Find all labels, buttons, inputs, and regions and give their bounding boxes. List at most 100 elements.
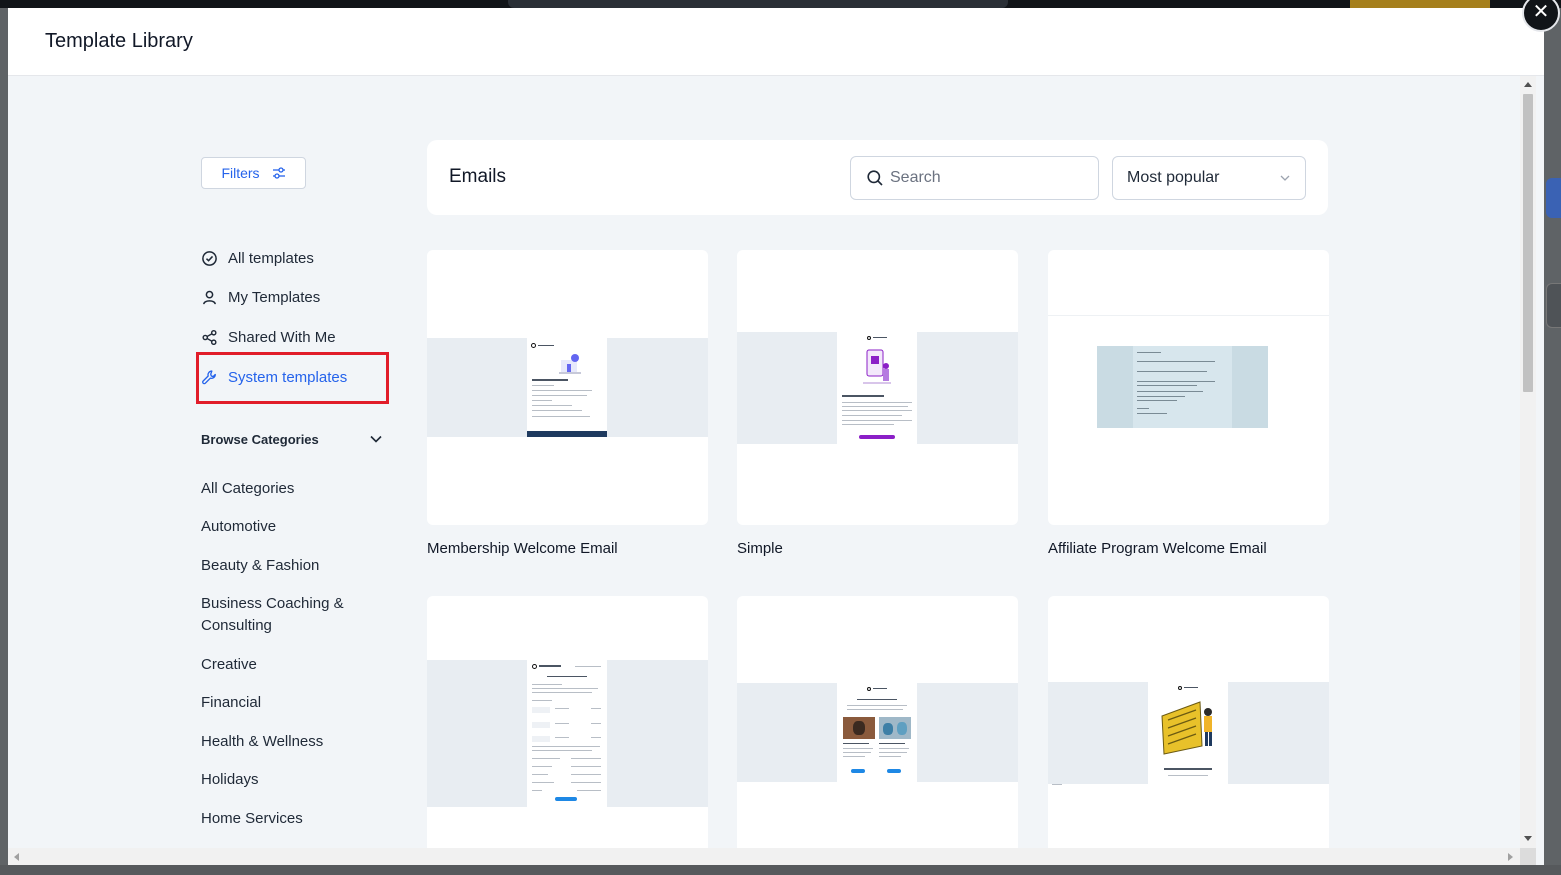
thumbnail-line	[532, 750, 592, 751]
scrollbar-thumb[interactable]	[1523, 94, 1533, 392]
sort-selected-value: Most popular	[1127, 169, 1220, 186]
thumbnail-line	[532, 758, 560, 759]
nav-all-templates[interactable]: All templates	[201, 246, 314, 270]
browse-categories-toggle[interactable]: Browse Categories	[201, 428, 383, 450]
thumbnail-line	[571, 766, 601, 767]
template-card[interactable]	[737, 596, 1018, 865]
thumbnail-line	[857, 699, 897, 700]
category-item[interactable]: Holidays	[201, 769, 376, 791]
illustration-icon	[559, 354, 581, 374]
section-title: Emails	[449, 166, 507, 187]
template-thumbnail	[837, 332, 917, 444]
template-name[interactable]: Simple	[737, 540, 783, 557]
thumbnail-line	[532, 416, 590, 417]
emails-header-card: Emails Most popular	[427, 140, 1328, 215]
category-item[interactable]: Home Services	[201, 808, 376, 830]
category-item[interactable]: Financial	[201, 692, 376, 714]
thumbnail-line	[843, 748, 873, 749]
filters-button[interactable]: Filters	[201, 157, 306, 189]
thumbnail-product	[532, 722, 550, 728]
user-icon	[203, 290, 216, 304]
thumbnail-cta	[887, 769, 901, 773]
thumbnail-line	[1137, 352, 1161, 353]
thumbnail-photo	[843, 717, 875, 739]
thumbnail-line	[843, 743, 869, 744]
divider	[1048, 315, 1329, 316]
illustration-icon	[1161, 701, 1212, 755]
thumbnail-line	[1137, 385, 1197, 386]
template-card[interactable]	[1048, 596, 1329, 865]
search-field[interactable]	[850, 156, 1099, 200]
thumbnail-line	[1137, 381, 1215, 382]
thumbnail-line	[1137, 396, 1185, 397]
thumbnail-cta	[859, 435, 895, 439]
thumbnail-cta	[555, 797, 577, 801]
thumbnail-line	[555, 737, 569, 738]
template-card[interactable]	[1048, 250, 1329, 525]
thumbnail-line	[842, 415, 902, 416]
category-item[interactable]: Beauty & Fashion	[201, 555, 376, 577]
nav-label: Shared With Me	[228, 328, 336, 346]
thumbnail-cta	[851, 769, 865, 773]
check-circle-icon	[202, 250, 217, 266]
template-card[interactable]	[737, 250, 1018, 525]
scroll-up-arrow-icon[interactable]	[1524, 82, 1532, 87]
thumbnail-line	[842, 406, 908, 407]
template-thumbnail	[837, 683, 917, 782]
thumbnail-line	[539, 665, 561, 667]
category-item[interactable]: Creative	[201, 654, 376, 676]
scroll-right-arrow-icon[interactable]	[1508, 853, 1513, 861]
thumbnail-line	[571, 782, 601, 783]
scroll-down-arrow-icon[interactable]	[1524, 836, 1532, 841]
chevron-down-icon	[370, 435, 382, 443]
thumbnail-line	[532, 405, 572, 406]
thumbnail-line	[1137, 361, 1215, 362]
sort-dropdown[interactable]: Most popular	[1112, 156, 1306, 200]
chevron-down-icon	[1280, 175, 1290, 181]
thumbnail-line	[847, 709, 903, 710]
thumbnail-line	[879, 743, 905, 744]
template-card[interactable]	[427, 250, 708, 525]
category-item[interactable]: Health & Wellness	[201, 731, 376, 753]
close-modal-button[interactable]: ✕	[1522, 0, 1560, 32]
illustration-icon	[863, 349, 891, 384]
template-name[interactable]: Membership Welcome Email	[427, 540, 618, 557]
modal-title: Template Library	[45, 30, 193, 52]
logo-mark	[867, 336, 871, 340]
horizontal-scrollbar[interactable]	[8, 848, 1520, 865]
thumbnail-line	[842, 395, 884, 397]
thumbnail-product	[532, 736, 550, 742]
category-item[interactable]: Automotive	[201, 516, 376, 538]
thumbnail-photo	[879, 717, 911, 739]
thumbnail-line	[555, 723, 569, 724]
thumbnail-line	[532, 395, 587, 396]
thumbnail-line	[843, 752, 871, 753]
thumbnail-line	[532, 782, 554, 783]
logo-mark	[867, 687, 871, 691]
nav-shared-with-me[interactable]: Shared With Me	[201, 325, 336, 349]
nav-my-templates[interactable]: My Templates	[201, 285, 320, 309]
thumbnail-line	[842, 424, 894, 425]
scroll-left-arrow-icon[interactable]	[14, 853, 19, 861]
thumbnail-line	[847, 705, 907, 706]
template-thumbnail	[527, 660, 607, 807]
thumbnail-line	[1137, 408, 1149, 409]
category-item[interactable]: All Categories	[201, 478, 376, 500]
thumbnail-line	[1168, 775, 1208, 776]
nav-label: My Templates	[228, 288, 321, 306]
template-card[interactable]	[427, 596, 708, 865]
thumbnail-line	[879, 748, 909, 749]
thumbnail-line	[532, 390, 592, 391]
thumbnail-product	[532, 707, 550, 713]
thumbnail-line	[591, 723, 601, 724]
template-name[interactable]: Affiliate Program Welcome Email	[1048, 540, 1267, 557]
thumbnail-line	[532, 746, 600, 747]
thumbnail-line	[532, 379, 568, 381]
thumbnail-line	[879, 752, 907, 753]
vertical-scrollbar[interactable]	[1520, 76, 1536, 848]
thumbnail-line	[532, 385, 554, 386]
search-input[interactable]	[890, 169, 1090, 187]
category-item[interactable]: Business Coaching & Consulting	[201, 593, 376, 637]
thumbnail-line	[1052, 784, 1062, 785]
thumbnail-line	[1137, 400, 1177, 401]
